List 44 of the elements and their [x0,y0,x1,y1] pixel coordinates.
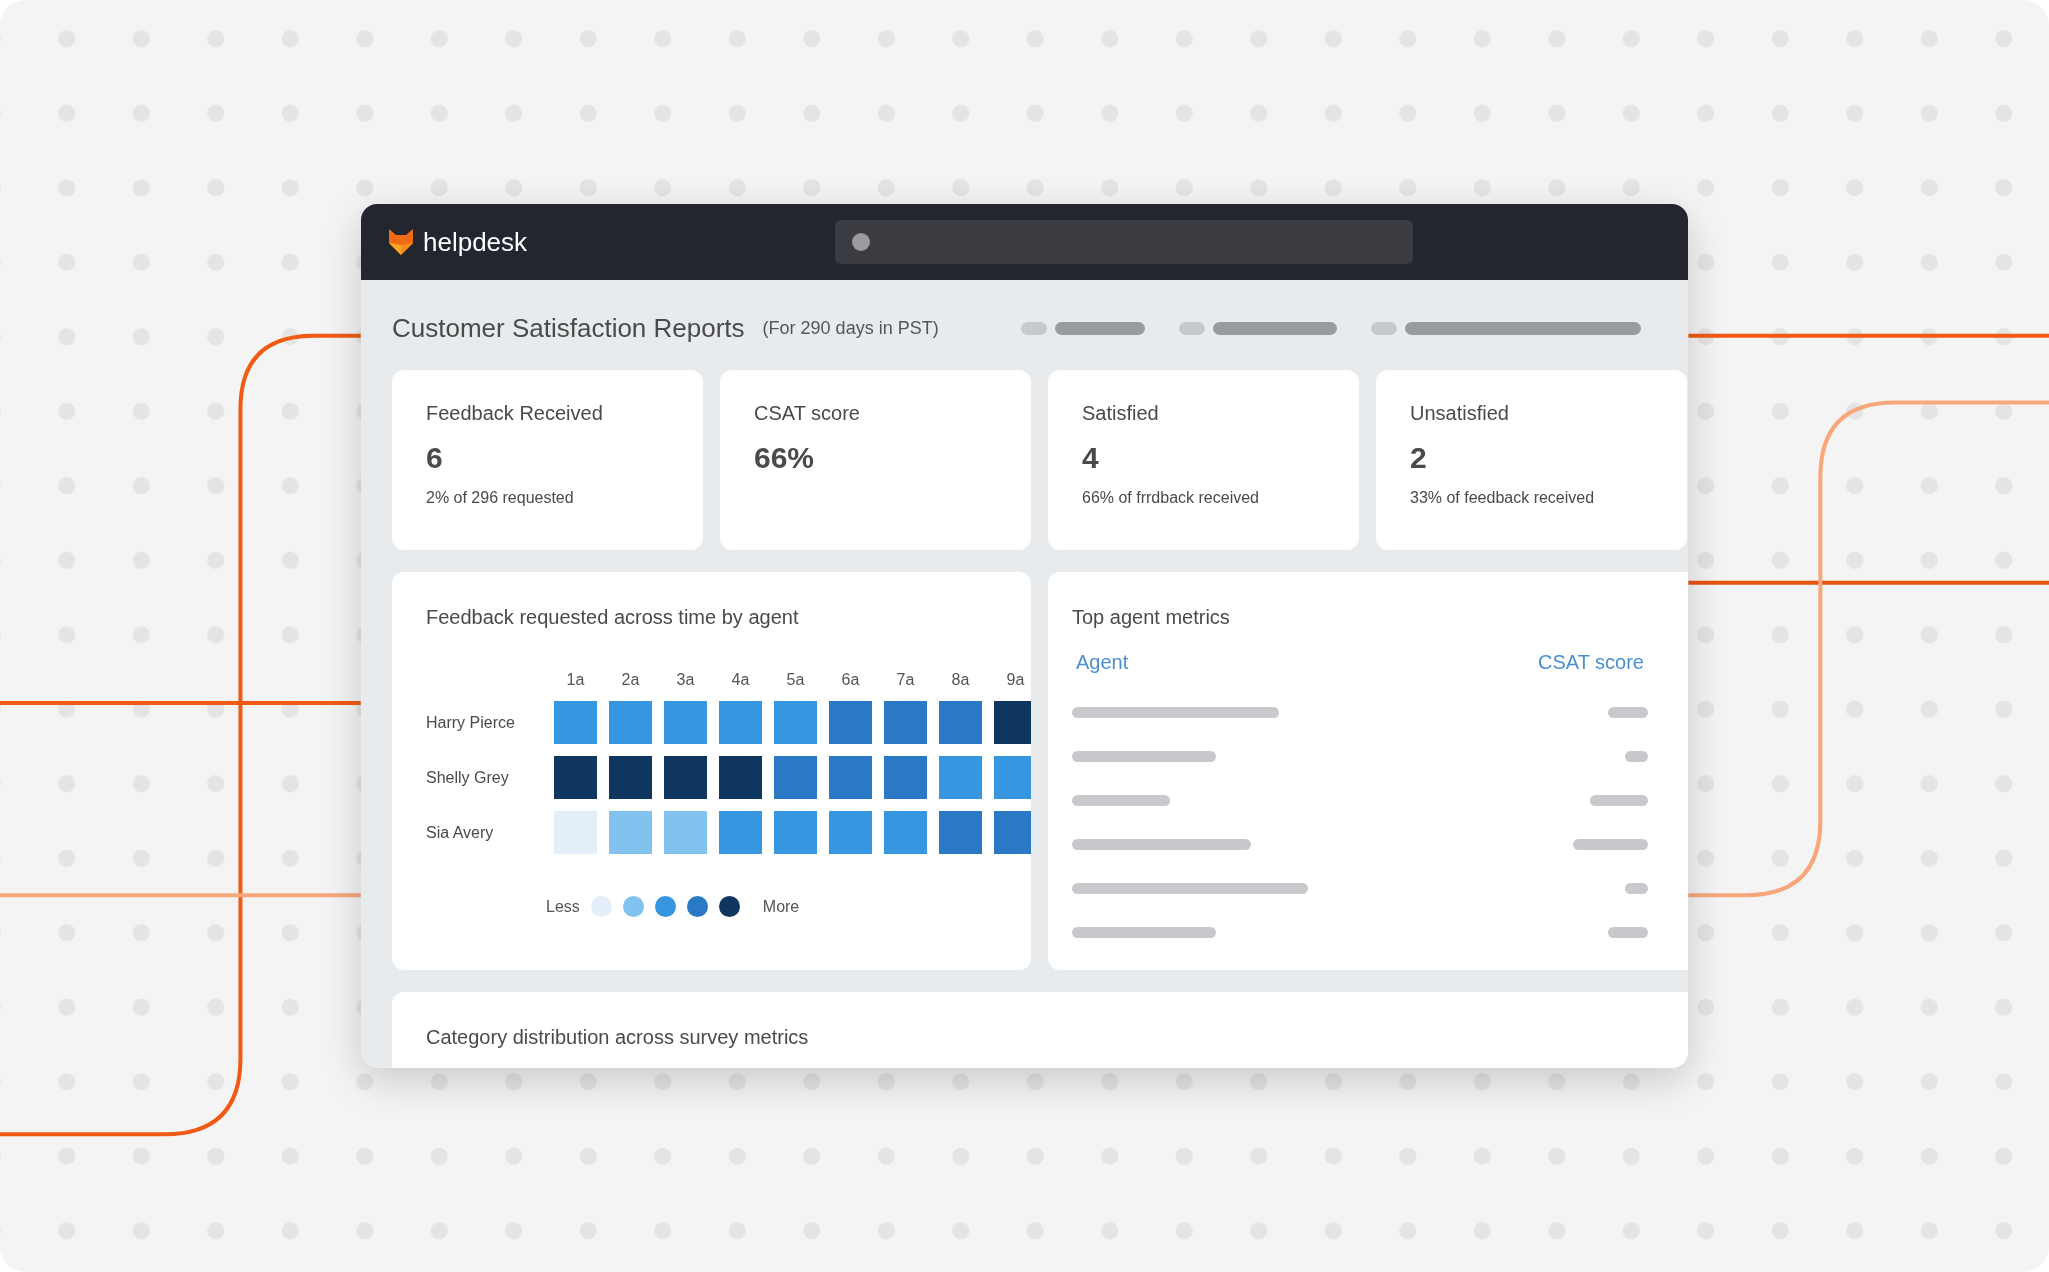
placeholder-bar [1607,707,1648,718]
hour-label: 1a [565,671,586,689]
card-title: Category distribution across survey metrics [426,1026,810,1049]
placeholder-bar [1590,795,1648,806]
stat-note: 2% of 296 requested [426,489,575,507]
hour-label: 7a [895,671,916,689]
hour-label: 8a [950,671,971,689]
hour-label: 9a [1005,671,1026,689]
stat-value: 2 [1410,441,1428,475]
card-title: Feedback requested across time by agent [426,606,800,629]
placeholder-pill [1178,321,1205,335]
legend-label: Less [546,897,580,916]
agent-name: Sia Avery [426,823,495,842]
fox-logo-icon [389,229,413,255]
placeholder-bar [1624,751,1648,762]
card-title: Top agent metrics [1072,606,1231,629]
hour-label: 3a [675,671,696,689]
hour-label: 4a [730,671,751,689]
stat-value: 4 [1082,441,1100,475]
placeholder-bar [1624,883,1648,894]
hour-label: 2a [620,671,641,689]
app-name: helpdesk [423,226,528,258]
agent-name: Harry Pierce [426,713,516,732]
hour-label: 6a [840,671,861,689]
report-period: (For 290 days in PST) [762,317,940,339]
search-dot-icon [851,232,871,252]
report-title: Customer Satisfaction Reports [392,312,745,344]
search-field[interactable] [835,220,1413,264]
stat-label: Feedback Received [426,402,604,425]
hour-label: 5a [785,671,806,689]
stat-label: Unsatisfied [1410,402,1510,425]
stat-value: 6 [426,441,444,475]
agent-name: Shelly Grey [426,768,510,787]
stat-note: 66% of frrdback received [1082,489,1260,507]
stat-note: 33% of feedback received [1410,489,1596,507]
placeholder-bar [1607,927,1648,938]
placeholder-pill [1370,321,1397,335]
placeholder-pill [1020,321,1047,335]
legend-label: More [762,897,800,916]
stat-label: CSAT score [754,402,861,425]
stat-value: 66% [754,441,816,475]
column-header[interactable]: CSAT score [1534,651,1648,674]
stat-label: Satisfied [1082,402,1160,425]
column-header[interactable]: Agent [1072,651,1133,674]
